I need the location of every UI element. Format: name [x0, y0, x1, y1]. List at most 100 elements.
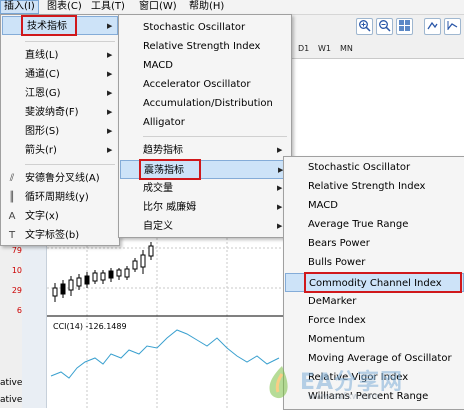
insert-menu: 技术指标 ▶ 直线(L) ▶ 通道(C) ▶ 江恩(G) ▶ 斐波纳奇(F) ▶…	[0, 14, 120, 246]
menu-item-label: 成交量	[143, 183, 173, 194]
panel-number: 79	[11, 246, 22, 255]
text-label-icon: T	[8, 230, 16, 241]
menu-item-label: Bears Power	[308, 238, 370, 249]
menu-item-text[interactable]: A 文字(x)	[1, 207, 119, 226]
menu-item-arrows[interactable]: 箭头(r) ▶	[1, 141, 119, 160]
menu-item-label: 循环周期线(y)	[25, 192, 89, 203]
menu-item-custom[interactable]: 自定义 ▶	[119, 217, 291, 236]
menu-item-force-index[interactable]: Force Index	[284, 311, 464, 330]
menu-insert[interactable]: 插入(I)	[0, 0, 39, 14]
menu-item-channels[interactable]: 通道(C) ▶	[1, 65, 119, 84]
tile-windows-button[interactable]	[396, 18, 413, 35]
menu-item-bill-williams[interactable]: 比尔 威廉姆 ▶	[119, 198, 291, 217]
panel-bottom-label: ative	[0, 395, 23, 405]
menu-item-label: DeMarker	[308, 296, 357, 307]
zoom-in-icon	[359, 20, 371, 32]
menu-item-cycle-lines[interactable]: ║ 循环周期线(y)	[1, 188, 119, 207]
menu-item-label: 斐波纳奇(F)	[25, 107, 79, 118]
menu-item-label: MACD	[143, 60, 173, 71]
submenu-arrow-icon: ▶	[277, 146, 283, 154]
timeframe-d1[interactable]: D1	[298, 44, 309, 53]
watermark-url: www.eafxw.com	[308, 392, 381, 402]
cycle-lines-icon: ║	[8, 192, 16, 203]
chart-shift-button[interactable]	[444, 18, 461, 35]
menu-item-andrews-pitchfork[interactable]: ⫽ 安德鲁分叉线(A)	[1, 169, 119, 188]
timeframe-mn[interactable]: MN	[340, 44, 353, 53]
menu-item-label: Average True Range	[308, 219, 409, 230]
menu-item-stochastic[interactable]: Stochastic Oscillator	[284, 158, 464, 177]
submenu-arrow-icon: ▶	[277, 203, 283, 211]
text-icon: A	[8, 211, 16, 222]
indicators-menu: Stochastic Oscillator Relative Strength …	[118, 14, 292, 238]
menu-item-trend[interactable]: 趋势指标 ▶	[119, 141, 291, 160]
menu-item-label: Accumulation/Distribution	[143, 98, 273, 109]
menu-item-rsi[interactable]: Relative Strength Index	[119, 37, 291, 56]
menu-item-alligator[interactable]: Alligator	[119, 113, 291, 132]
menu-item-bears-power[interactable]: Bears Power	[284, 234, 464, 253]
menu-item-label: Accelerator Oscillator	[143, 79, 251, 90]
red-highlight-box	[21, 15, 77, 36]
menu-item-accelerator[interactable]: Accelerator Oscillator	[119, 75, 291, 94]
menu-item-demarker[interactable]: DeMarker	[284, 292, 464, 311]
panel-number: 29	[11, 286, 22, 295]
panel-number: 10	[11, 266, 22, 275]
submenu-arrow-icon: ▶	[107, 22, 113, 30]
zoom-out-button[interactable]	[376, 18, 393, 35]
pitchfork-icon: ⫽	[9, 173, 15, 184]
menu-item-label: 文字标签(b)	[25, 230, 80, 241]
menu-item-label: 比尔 威廉姆	[143, 202, 197, 213]
watermark: EA分享网 www.eafxw.com	[262, 352, 462, 408]
menu-item-label: Stochastic Oscillator	[308, 162, 411, 173]
menu-separator	[143, 136, 287, 137]
menu-item-gann[interactable]: 江恩(G) ▶	[1, 84, 119, 103]
menu-item-label: 箭头(r)	[25, 145, 57, 156]
submenu-arrow-icon: ▶	[107, 108, 113, 116]
menu-item-lines[interactable]: 直线(L) ▶	[1, 46, 119, 65]
menu-item-atr[interactable]: Average True Range	[284, 215, 464, 234]
submenu-arrow-icon: ▶	[107, 146, 113, 154]
menu-item-label: Bulls Power	[308, 257, 366, 268]
red-highlight-box	[139, 159, 201, 180]
submenu-arrow-icon: ▶	[107, 70, 113, 78]
tile-windows-icon	[399, 20, 410, 31]
watermark-logo-icon	[269, 366, 288, 399]
menu-item-label: 安德鲁分叉线(A)	[25, 173, 100, 184]
menu-item-label: Alligator	[143, 117, 185, 128]
menu-help[interactable]: 帮助(H)	[186, 1, 227, 13]
cci-indicator-label: CCI(14) -126.1489	[53, 322, 127, 331]
menu-item-stochastic[interactable]: Stochastic Oscillator	[119, 18, 291, 37]
menu-item-label: Momentum	[308, 334, 365, 345]
menu-separator	[25, 164, 115, 165]
zoom-out-icon	[379, 20, 391, 32]
menu-item-macd[interactable]: MACD	[284, 196, 464, 215]
menu-separator	[25, 41, 115, 42]
zoom-in-button[interactable]	[356, 18, 373, 35]
submenu-arrow-icon: ▶	[107, 127, 113, 135]
submenu-arrow-icon: ▶	[107, 89, 113, 97]
menu-item-label: Relative Strength Index	[143, 41, 261, 52]
candles	[52, 242, 154, 302]
menu-bar: 插入(I) 图表(C) 工具(T) 窗口(W) 帮助(H)	[0, 0, 464, 15]
menu-item-label: 趋势指标	[143, 145, 183, 156]
menu-item-volumes[interactable]: 成交量 ▶	[119, 179, 291, 198]
menu-item-macd[interactable]: MACD	[119, 56, 291, 75]
autoscroll-icon	[427, 21, 438, 30]
menu-item-label: 江恩(G)	[25, 88, 61, 99]
submenu-arrow-icon: ▶	[277, 184, 283, 192]
menu-item-fibonacci[interactable]: 斐波纳奇(F) ▶	[1, 103, 119, 122]
panel-bottom-label: ative	[0, 378, 23, 388]
menu-charts[interactable]: 图表(C)	[44, 1, 85, 13]
menu-tools[interactable]: 工具(T)	[88, 1, 128, 13]
menu-item-text-label[interactable]: T 文字标签(b)	[1, 226, 119, 245]
menu-item-rsi[interactable]: Relative Strength Index	[284, 177, 464, 196]
menu-window[interactable]: 窗口(W)	[136, 1, 180, 13]
menu-item-label: Relative Strength Index	[308, 181, 426, 192]
menu-item-bulls-power[interactable]: Bulls Power	[284, 253, 464, 272]
menu-item-label: Force Index	[308, 315, 366, 326]
autoscroll-button[interactable]	[424, 18, 441, 35]
menu-item-momentum[interactable]: Momentum	[284, 330, 464, 349]
menu-item-label: 自定义	[143, 221, 173, 232]
menu-item-shapes[interactable]: 图形(S) ▶	[1, 122, 119, 141]
menu-item-accumulation-distribution[interactable]: Accumulation/Distribution	[119, 94, 291, 113]
timeframe-w1[interactable]: W1	[318, 44, 331, 53]
